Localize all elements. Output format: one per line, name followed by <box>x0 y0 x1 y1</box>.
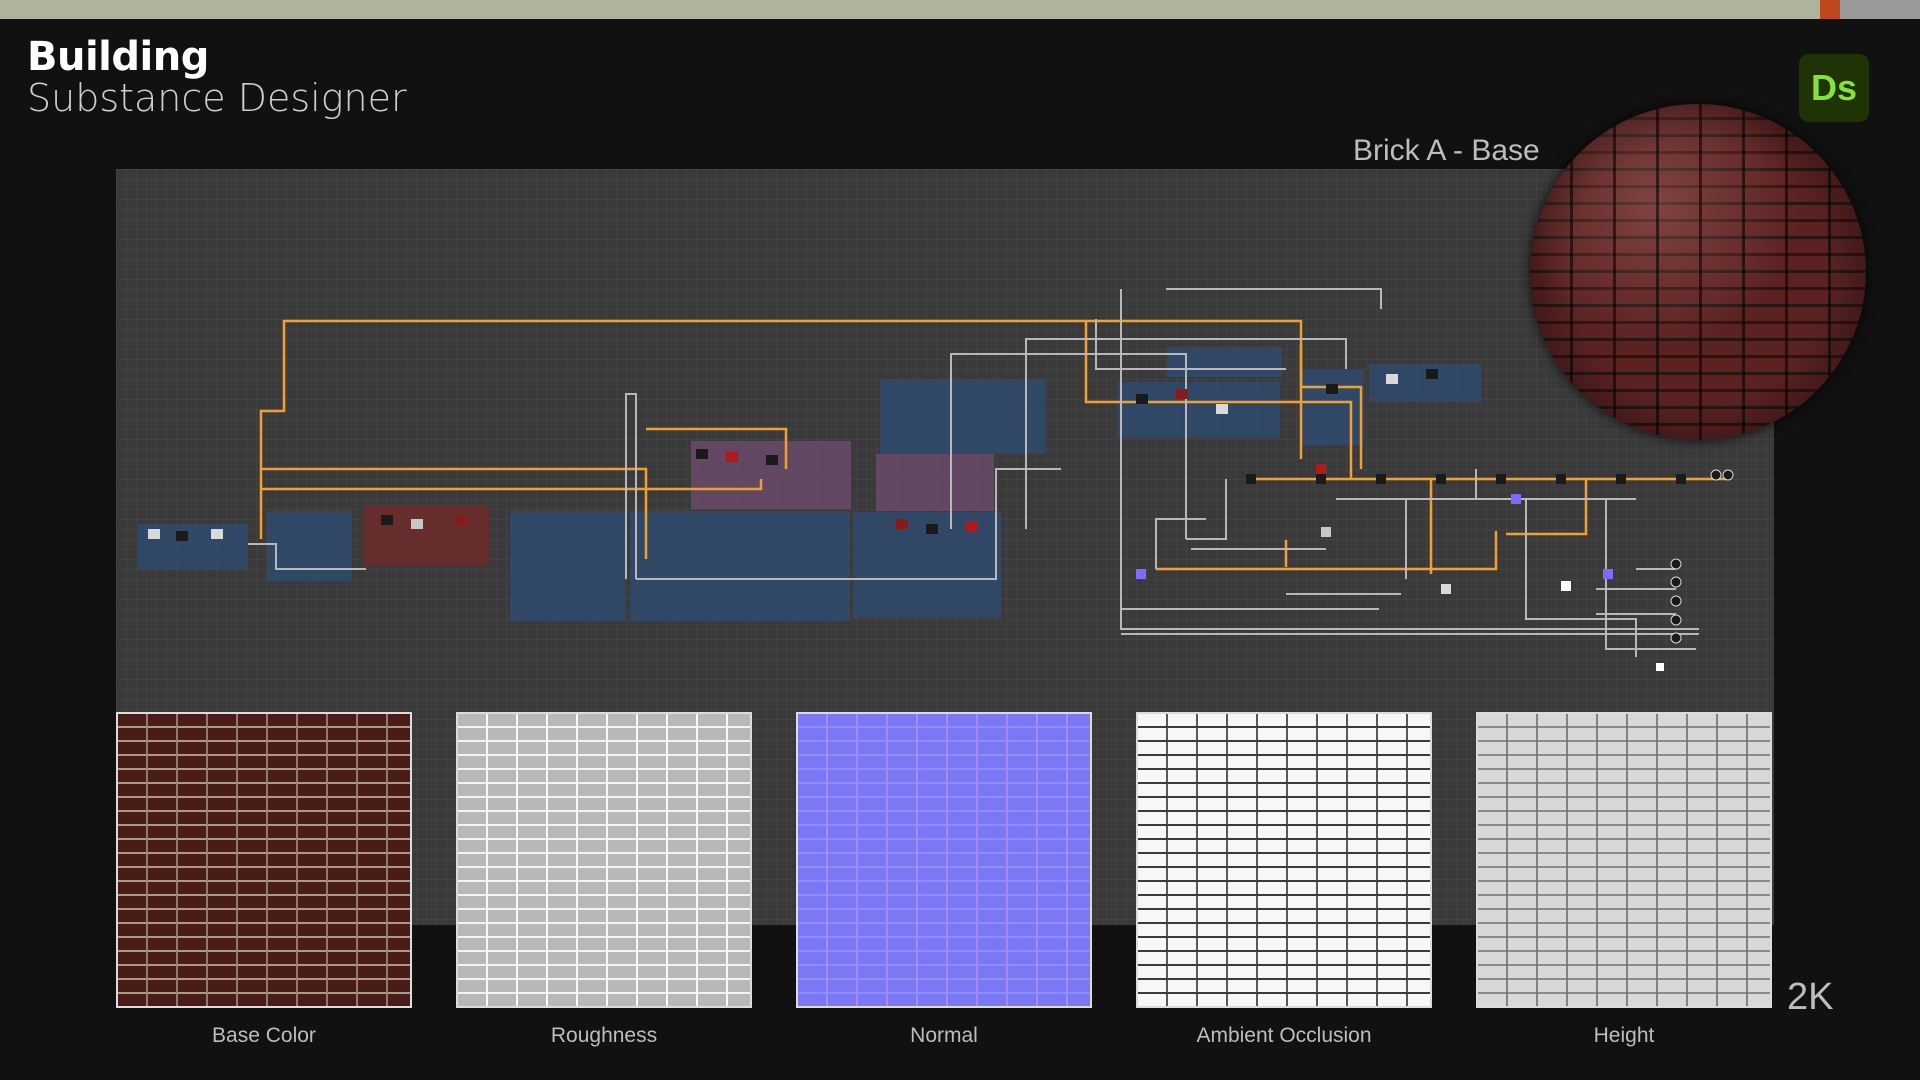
roughness-map <box>456 712 752 1008</box>
material-name: Brick A - Base <box>1353 134 1540 167</box>
frame-blue <box>1300 369 1364 445</box>
base-color-map <box>116 712 412 1008</box>
height-label: Height <box>1593 1024 1655 1047</box>
page-subtitle: Substance Designer <box>27 76 407 120</box>
normal-map <box>796 712 1092 1008</box>
frame-blue <box>1369 364 1481 402</box>
frame-pink <box>876 454 994 511</box>
page-title: Building <box>27 34 209 80</box>
ambient-occlusion-map <box>1136 712 1432 1008</box>
resolution-label: 2K <box>1787 976 1834 1018</box>
frame-pink <box>691 441 851 509</box>
frame-blue <box>880 379 1045 454</box>
material-preview-sphere <box>1530 104 1866 440</box>
base-color-label: Base Color <box>212 1024 316 1047</box>
roughness-label: Roughness <box>550 1024 658 1047</box>
frame-blue <box>267 511 352 581</box>
frame-red <box>364 505 489 565</box>
height-map <box>1476 712 1772 1008</box>
ambient-occlusion-label: Ambient Occlusion <box>1196 1024 1372 1047</box>
frame-blue <box>510 511 625 621</box>
top-accent-bar <box>0 0 1920 19</box>
frame-blue <box>1167 347 1282 377</box>
substance-designer-logo: Ds <box>1799 54 1869 122</box>
top-accent-red <box>1820 0 1840 19</box>
frame-blue <box>630 511 850 621</box>
normal-label: Normal <box>910 1024 978 1047</box>
frame-blue <box>1118 382 1280 438</box>
top-accent-grey <box>1840 0 1920 19</box>
